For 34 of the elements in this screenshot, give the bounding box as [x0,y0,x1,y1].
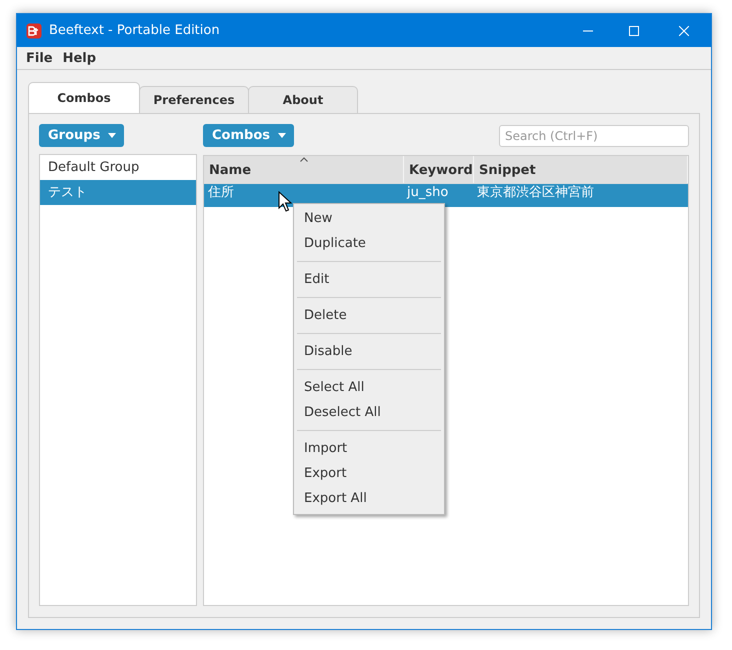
group-list-item[interactable]: Default Group [40,155,196,180]
search-field[interactable]: Search (Ctrl+F) [499,125,689,147]
table-row[interactable]: 住所 ju_sho 東京都渋谷区神宮前 [204,184,688,207]
context-menu-item[interactable]: Import [294,436,444,461]
tab[interactable]: About [248,86,358,113]
context-menu-item[interactable]: New [294,206,444,231]
mouse-pointer-icon [278,191,292,213]
context-menu-item[interactable]: Deselect All [294,400,444,425]
window-title: Beeftext - Portable Edition [49,23,221,38]
context-menu-item[interactable]: Edit [294,267,444,292]
context-menu-item[interactable]: Export All [294,486,444,511]
combos-dropdown-button[interactable]: Combos [203,124,294,147]
caret-icon [108,133,116,138]
table-cell: 東京都渋谷区神宮前 [477,185,594,200]
column-header[interactable]: Snippet [474,156,688,183]
tab[interactable]: Preferences [139,86,249,113]
caret-icon [278,133,286,138]
app-logo-icon [26,22,42,38]
column-header[interactable]: Name [204,156,404,183]
menu-item[interactable]: File [21,50,58,66]
group-list-item[interactable]: テスト [40,180,196,205]
context-menu-item[interactable]: Export [294,461,444,486]
context-menu-item[interactable]: Disable [294,339,444,364]
context-menu-item[interactable]: Duplicate [294,231,444,256]
menu-item[interactable]: Help [58,50,102,66]
tab[interactable]: Combos [28,82,140,113]
close-icon [679,26,689,36]
context-menu-item[interactable]: Select All [294,375,444,400]
column-header[interactable]: Keyword [404,156,474,183]
table-cell: ju_sho [407,185,448,200]
table-cell: 住所 [208,185,234,200]
maximize-icon [629,26,639,36]
groups-dropdown-button[interactable]: Groups [39,124,124,147]
context-menu-item[interactable]: Delete [294,303,444,328]
